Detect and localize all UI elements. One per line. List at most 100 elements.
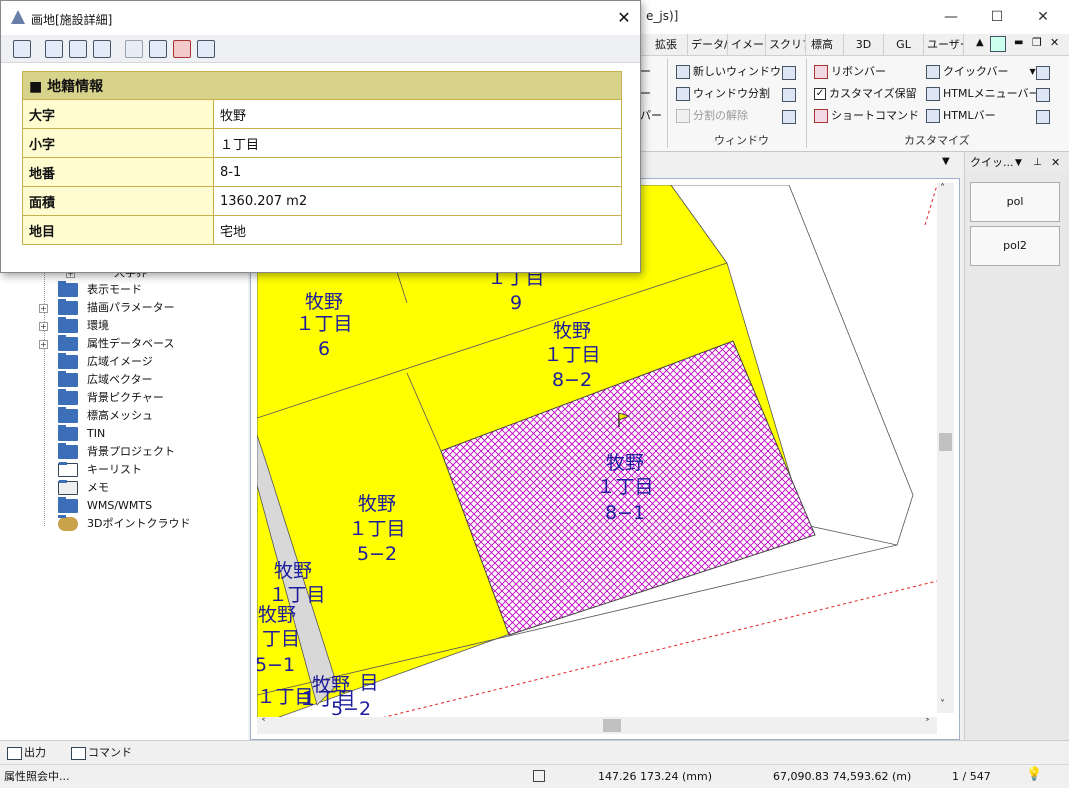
tab-extend[interactable]: 拡張 [652,34,688,56]
maximize-button[interactable]: ☐ [974,0,1020,34]
new-window-label: 新しいウィンドウ [693,65,781,78]
expand-toggle-icon[interactable]: + [39,322,48,331]
tree-item-draw-params[interactable]: + 描画パラメーター [0,299,240,317]
unsplit-button[interactable]: 分割の解除 [676,106,748,126]
tree-item-label: 広域ベクター [87,373,153,386]
list-edit-icon[interactable] [149,40,167,58]
dialog-toolbar [1,35,640,63]
tab-3d[interactable]: 3D [844,34,884,56]
tree-item-label: 背景ピクチャー [87,391,164,404]
tree-item-display-mode[interactable]: 表示モード [0,281,240,299]
tree-item-environment[interactable]: + 環境 [0,317,240,335]
tab-output[interactable]: 出力 [4,744,46,762]
tree-item-wide-image[interactable]: 広域イメージ [0,353,240,371]
parcel-label-chome: １丁目 [348,518,405,540]
map-vertical-scrollbar[interactable]: ˄ ˅ [937,183,954,713]
section-header: ■ 地籍情報 [22,71,622,100]
tree-item-memo[interactable]: メモ [0,479,240,497]
quick-button-pol[interactable]: pol [970,182,1060,222]
parcel-label-name: 牧野 [358,493,396,515]
edit-icon[interactable] [125,40,143,58]
pointcloud-icon [58,515,78,531]
tree-item-wms[interactable]: WMS/WMTS [0,497,240,515]
tree-item-tin[interactable]: TIN [0,425,240,443]
close-button[interactable]: ✕ [1020,0,1066,34]
dropdown-arrow-icon[interactable]: ▼ [1029,62,1035,82]
parcel-label-chome: 丁目 [262,628,300,650]
short-command-button[interactable]: ショートコマンド [814,106,919,126]
pin-icon[interactable] [173,40,191,58]
tab-image[interactable]: イメージ [728,34,766,56]
tree-item-dem-mesh[interactable]: 標高メッシュ [0,407,240,425]
quick-bar-panel: クイッ... ▼ ⊥ ✕ pol pol2 [964,152,1069,740]
new-window-button[interactable]: 新しいウィンドウ [676,62,781,82]
folder-icon [58,497,78,513]
close-icon[interactable]: ✕ [1051,152,1060,174]
split-window-button[interactable]: ウィンドウ分割 [676,84,770,104]
row-key: 地番 [22,157,214,187]
cascade-icon[interactable] [782,66,796,80]
parcel-label-number: 5−1 [257,654,295,676]
tree-item-wide-vector[interactable]: 広域ベクター [0,371,240,389]
parcel-label-number: 8−2 [552,369,592,391]
scroll-thumb[interactable] [603,719,621,732]
tile-vertical-icon[interactable] [782,110,796,124]
parcel-label-name: 牧野 [258,604,296,626]
quick-bar-button[interactable]: クイックバー ▼ [926,62,1036,82]
html-bar-icon [926,109,940,123]
mdi-close-icon[interactable]: ✕ [1050,36,1059,49]
tab-gl[interactable]: GL [884,34,924,56]
tree-item-keylist[interactable]: キーリスト [0,461,240,479]
lightbulb-icon[interactable]: 💡 [1026,767,1042,783]
scroll-up-icon[interactable]: ˄ [940,183,945,194]
download-icon[interactable] [13,40,31,58]
dialog-close-button[interactable]: ✕ [609,3,639,33]
output-tab-bar: 出力 コマンド [0,740,1069,764]
tab-elevation[interactable]: 標高 [808,34,844,56]
minimize-button[interactable]: — [928,0,974,34]
mdi-restore-icon[interactable]: ❐ [1032,36,1042,49]
ribbon-settings-icon[interactable] [990,36,1006,52]
tile-horizontal-icon[interactable] [782,88,796,102]
short-command-icon [814,109,828,123]
pointer-hand-icon[interactable] [1036,66,1050,80]
quick-button-pol2[interactable]: pol2 [970,226,1060,266]
expand-toggle-icon[interactable]: + [39,340,48,349]
refresh-icon[interactable] [197,40,215,58]
quick-bar-header: クイッ... ▼ ⊥ ✕ [965,152,1069,174]
unsplit-icon [676,109,690,123]
tree-item-pointcloud[interactable]: 3Dポイントクラウド [0,515,240,533]
preview-icon[interactable] [93,40,111,58]
scroll-down-icon[interactable]: ˅ [940,699,945,710]
ribbon-bar-button[interactable]: リボンバー [814,62,886,82]
expand-toggle-icon[interactable]: + [39,304,48,313]
dropdown-arrow-icon[interactable]: ▼ [1015,152,1022,174]
scroll-right-icon[interactable]: ˃ [925,718,930,729]
select-icon[interactable] [533,770,545,782]
tree-item-attr-db[interactable]: + 属性データベース [0,335,240,353]
split-window-label: ウィンドウ分割 [693,87,770,100]
tab-command[interactable]: コマンド [68,744,132,762]
tab-user[interactable]: ユーザー [924,34,964,56]
image-icon[interactable] [69,40,87,58]
tree-item-label: 標高メッシュ [87,409,153,422]
tree-item-bg-project[interactable]: 背景プロジェクト [0,443,240,461]
tab-script[interactable]: スクリプ [766,34,806,56]
mdi-minimize-icon[interactable]: ▬ [1014,37,1023,48]
print-icon[interactable] [45,40,63,58]
tree-item-label: WMS/WMTS [87,499,153,512]
pin-icon[interactable]: ⊥ [1033,152,1042,174]
scroll-left-icon[interactable]: ˂ [261,718,266,729]
html-bar-button[interactable]: HTMLバー [926,106,996,126]
collapse-ribbon-icon[interactable]: ▲ [976,37,984,48]
tree-item-bg-picture[interactable]: 背景ピクチャー [0,389,240,407]
customize-hold-checkbox[interactable]: ✓ カスタマイズ保留 [814,84,917,104]
map-dropdown-icon[interactable]: ▼ [942,156,950,167]
html-doc-icon[interactable] [1036,110,1050,124]
html-menu-bar-button[interactable]: HTMLメニューバー [926,84,1040,104]
pointer-hand-icon[interactable] [1036,88,1050,102]
map-horizontal-scrollbar[interactable]: ˂ ˃ [257,717,937,734]
folder-icon [58,353,78,369]
tab-data[interactable]: データ/ [688,34,728,56]
scroll-thumb[interactable] [939,433,952,451]
